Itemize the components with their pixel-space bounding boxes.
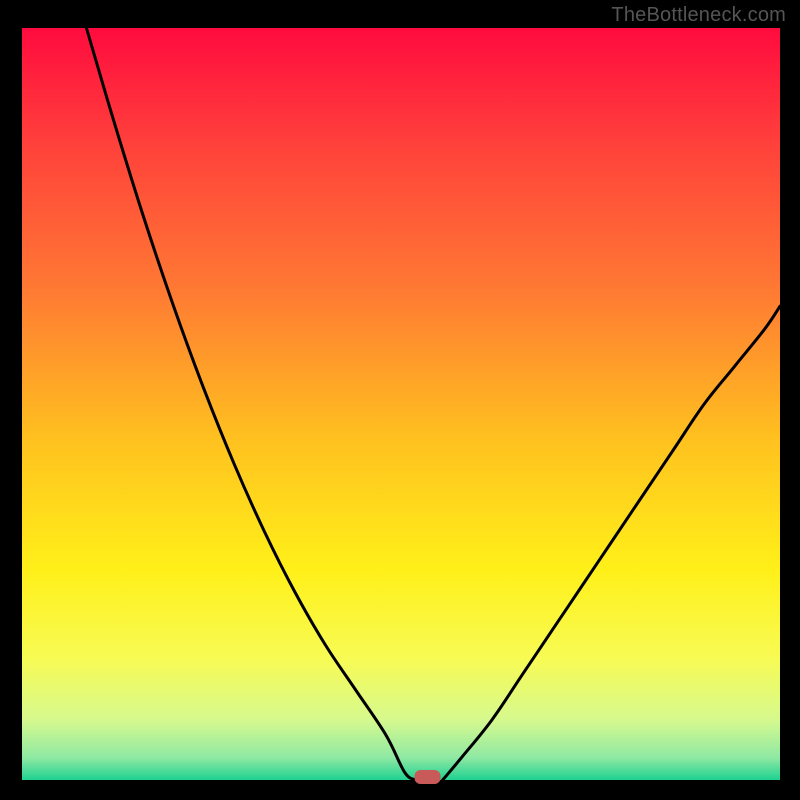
chart-container: TheBottleneck.com	[0, 0, 800, 800]
watermark-text: TheBottleneck.com	[611, 4, 786, 27]
bottleneck-chart	[0, 0, 800, 800]
optimum-marker	[415, 770, 441, 784]
plot-area	[22, 28, 780, 780]
